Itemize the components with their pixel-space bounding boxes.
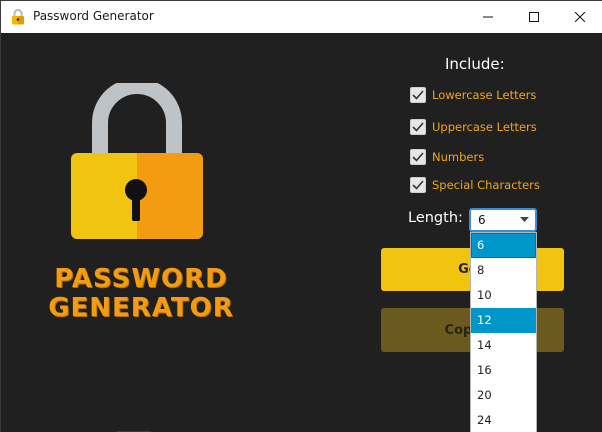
- close-button[interactable]: [557, 1, 602, 33]
- dropdown-option[interactable]: 14: [471, 333, 536, 358]
- checkbox-box[interactable]: [410, 119, 426, 135]
- checkbox-label: Uppercase Letters: [432, 120, 537, 134]
- brand-line-2: GENERATOR: [48, 293, 234, 323]
- include-heading: Include:: [445, 55, 505, 73]
- main-content: PASSWORD GENERATOR Include: Lowercase Le…: [1, 33, 602, 432]
- checkmark-icon: [412, 122, 424, 132]
- app-window: Password Generator PASSWORD GENERATOR In…: [0, 0, 602, 432]
- dropdown-option[interactable]: 24: [471, 408, 536, 432]
- dropdown-option[interactable]: 10: [471, 283, 536, 308]
- minimize-icon: [483, 16, 493, 18]
- dropdown-option[interactable]: 12: [471, 308, 536, 333]
- length-dropdown-list[interactable]: 6 8 10 12 14 16 20 24: [470, 232, 537, 432]
- window-title: Password Generator: [33, 9, 154, 23]
- dropdown-option[interactable]: 20: [471, 383, 536, 408]
- length-label: Length:: [408, 210, 463, 226]
- close-icon: [575, 12, 585, 22]
- checkbox-box[interactable]: [410, 87, 426, 103]
- checkbox-uppercase[interactable]: Uppercase Letters: [410, 118, 537, 136]
- checkbox-label: Special Characters: [432, 178, 540, 192]
- maximize-icon: [529, 12, 539, 22]
- maximize-button[interactable]: [511, 1, 557, 33]
- padlock-icon: [71, 83, 203, 239]
- checkbox-label: Numbers: [432, 150, 485, 164]
- checkbox-numbers[interactable]: Numbers: [410, 148, 484, 166]
- brand-line-1: PASSWORD: [54, 264, 228, 294]
- checkmark-icon: [412, 180, 424, 190]
- checkbox-special[interactable]: Special Characters: [410, 176, 540, 194]
- minimize-button[interactable]: [465, 1, 511, 33]
- caret-down-icon: [520, 217, 529, 222]
- checkbox-box[interactable]: [410, 177, 426, 193]
- title-bar[interactable]: Password Generator: [1, 1, 602, 33]
- checkmark-icon: [412, 90, 424, 100]
- brand-title: PASSWORD GENERATOR: [46, 265, 236, 323]
- checkmark-icon: [412, 152, 424, 162]
- length-select[interactable]: 6: [469, 208, 537, 232]
- dropdown-option[interactable]: 16: [471, 358, 536, 383]
- checkbox-lowercase[interactable]: Lowercase Letters: [410, 86, 536, 104]
- dropdown-option[interactable]: 6: [471, 233, 536, 258]
- checkbox-label: Lowercase Letters: [432, 88, 537, 102]
- length-value: 6: [478, 213, 486, 227]
- checkbox-box[interactable]: [410, 149, 426, 165]
- lock-icon: [12, 9, 24, 25]
- dropdown-option[interactable]: 8: [471, 258, 536, 283]
